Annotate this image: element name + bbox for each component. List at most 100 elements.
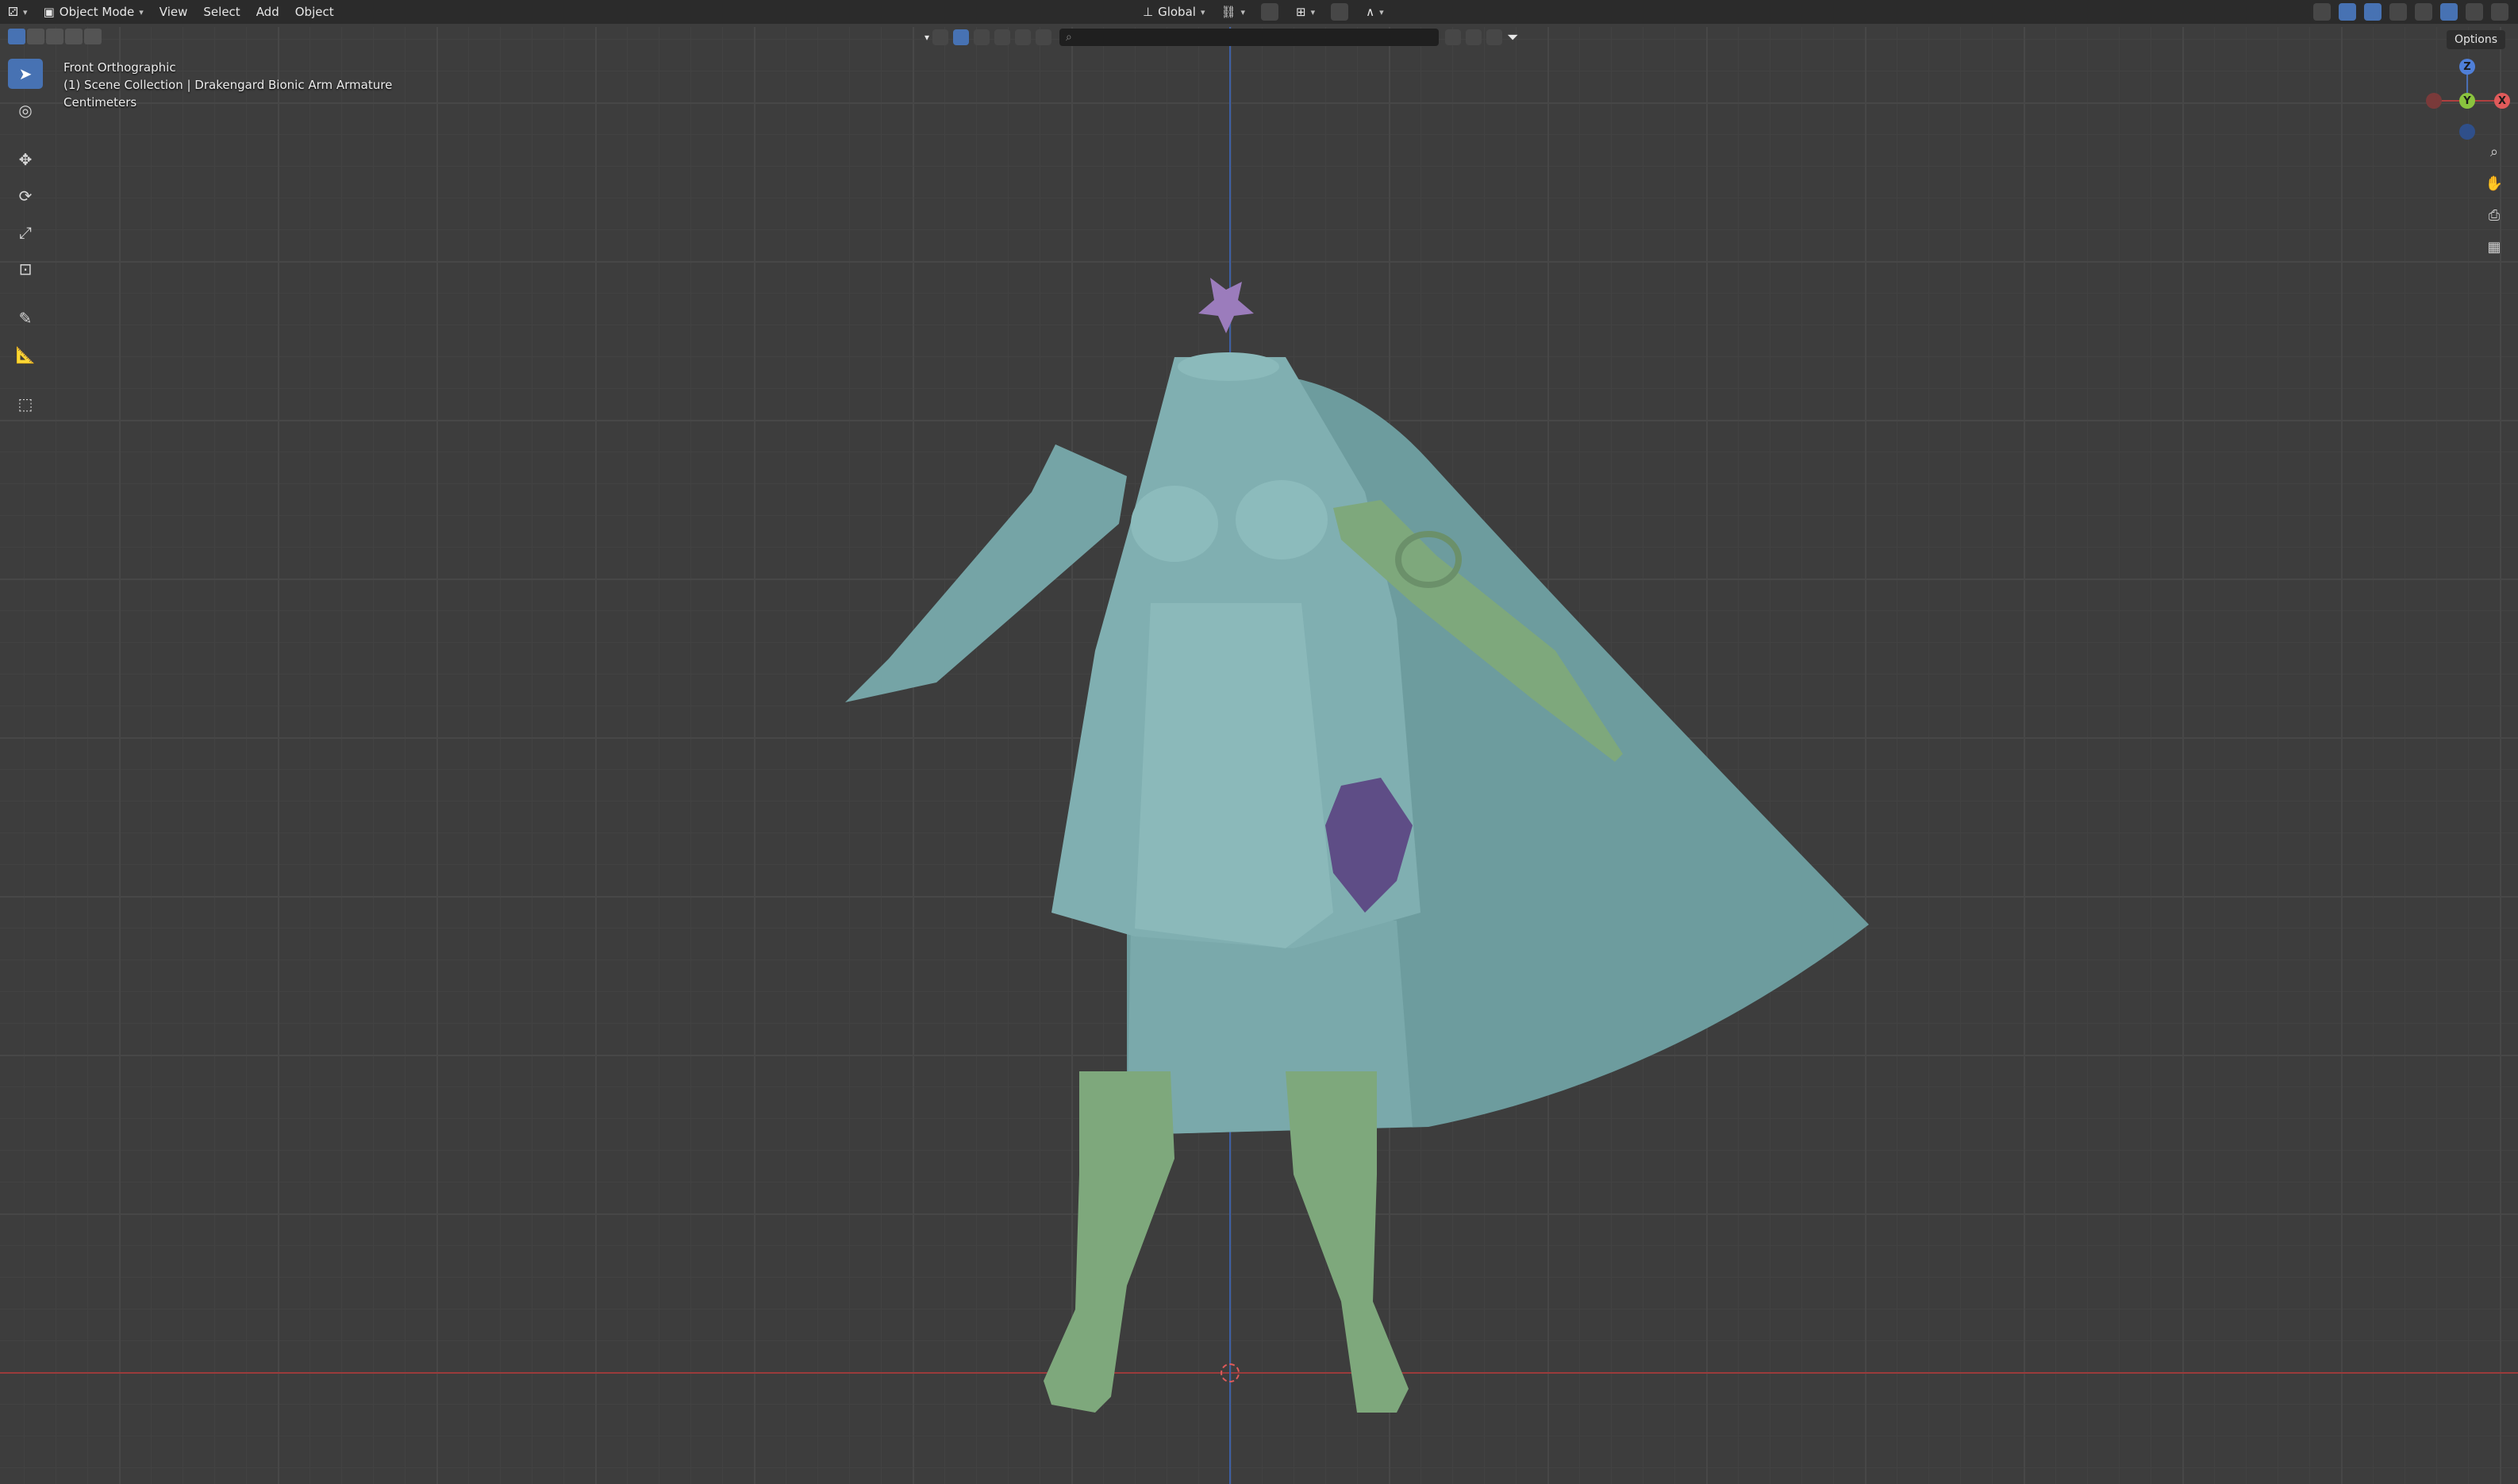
snap-target-icon: ⊞	[1296, 5, 1306, 19]
snap-toggle[interactable]	[1253, 0, 1288, 24]
measure-icon: 📐	[15, 345, 36, 364]
annotate-pencil-icon: ✎	[18, 309, 33, 328]
chevron-down-icon: ▾	[23, 6, 28, 17]
material-shading-icon[interactable]	[2466, 3, 2483, 21]
measure-tool[interactable]: 📐	[8, 340, 43, 370]
menu-select[interactable]: Select	[195, 0, 248, 24]
apron-mesh	[1135, 603, 1333, 948]
gizmo-neg-x[interactable]	[2426, 93, 2442, 109]
menu-view[interactable]: View	[152, 0, 196, 24]
overlay-toggle-icon[interactable]	[2364, 3, 2382, 21]
collar-mesh	[1178, 352, 1279, 381]
right-header-tools	[2313, 0, 2510, 24]
gizmo-neg-z[interactable]	[2459, 124, 2475, 140]
select-extend-icon[interactable]	[27, 29, 44, 44]
chest-left	[1131, 486, 1218, 562]
camera-view-icon[interactable]: ⎙	[2484, 205, 2505, 225]
visibility-icon[interactable]	[2313, 3, 2331, 21]
viewport-filter-bar: ▾ ⌕ ⏷	[925, 27, 1518, 48]
sleeve-left	[845, 444, 1127, 702]
transform-tool[interactable]: ⊡	[8, 254, 43, 284]
select-tool[interactable]: ➤	[8, 59, 43, 89]
chest-right	[1236, 480, 1328, 559]
units-info: Centimeters	[63, 95, 137, 110]
add-cube-tool[interactable]: ⬚	[8, 389, 43, 419]
rotate-tool[interactable]: ⟳	[8, 181, 43, 211]
move-icon: ✥	[18, 150, 33, 169]
3d-cursor[interactable]	[1221, 1363, 1240, 1382]
annotate-tool[interactable]: ✎	[8, 303, 43, 333]
layout-icon[interactable]	[1486, 29, 1503, 45]
boot-left	[1044, 1071, 1174, 1413]
menu-add[interactable]: Add	[248, 0, 287, 24]
orientation-icon: ⊥	[1143, 5, 1154, 19]
scale-tool[interactable]: ⤢	[8, 217, 43, 248]
select-subtract-icon[interactable]	[46, 29, 63, 44]
options-button[interactable]: Options	[2446, 30, 2505, 49]
gizmo-x[interactable]: X	[2494, 93, 2510, 109]
filter-texture-icon[interactable]	[994, 29, 1011, 45]
pivot-icon: ⛓	[1221, 5, 1236, 19]
chevron-down-icon: ▾	[1240, 6, 1246, 17]
object-mode-icon: ▣	[43, 5, 55, 19]
transform-icon: ⊡	[18, 260, 33, 279]
pan-hand-icon[interactable]: ✋	[2484, 173, 2505, 194]
collection-info: (1) Scene Collection | Drakengard Bionic…	[63, 78, 393, 92]
mode-label: Object Mode	[59, 5, 135, 19]
rotate-icon: ⟳	[18, 186, 33, 206]
editor-type-icon: ⚂	[8, 5, 19, 19]
chevron-down-icon: ▾	[1379, 6, 1384, 17]
chevron-down-icon[interactable]: ▾	[925, 32, 929, 43]
falloff-dropdown[interactable]: ∧ ▾	[1358, 0, 1392, 24]
select-new-icon[interactable]	[8, 29, 25, 44]
snap-icon	[1261, 3, 1279, 21]
chevron-down-icon: ▾	[1310, 6, 1316, 17]
snap-target-dropdown[interactable]: ⊞ ▾	[1288, 0, 1323, 24]
tool-shelf: ➤ ◎ ✥ ⟳ ⤢ ⊡ ✎ 📐 ⬚	[8, 59, 48, 419]
3d-cursor-icon: ◎	[18, 101, 33, 120]
hair-flower	[1198, 278, 1254, 333]
bookmark-icon[interactable]	[1466, 29, 1482, 45]
cursor-select-icon: ➤	[18, 64, 33, 83]
orientation-label: Global	[1158, 5, 1196, 19]
filter-light-icon[interactable]	[1015, 29, 1032, 45]
search-icon: ⌕	[1066, 31, 1072, 44]
zoom-icon[interactable]: ⌕	[2484, 141, 2505, 162]
filter-camera-icon[interactable]	[1036, 29, 1052, 45]
editor-type-button[interactable]: ⚂ ▾	[0, 0, 36, 24]
search-input[interactable]: ⌕	[1059, 29, 1440, 46]
navigation-gizmo[interactable]: Z Y X	[2424, 57, 2512, 144]
gizmo-z[interactable]: Z	[2459, 59, 2475, 75]
proportional-edit-toggle[interactable]	[1323, 0, 1358, 24]
chevron-down-icon: ▾	[139, 6, 144, 17]
view-name: Front Orthographic	[63, 60, 176, 75]
filter-material-icon[interactable]	[974, 29, 990, 45]
cursor-tool[interactable]: ◎	[8, 95, 43, 125]
rendered-shading-icon[interactable]	[2491, 3, 2508, 21]
viewport-header: ⚂ ▾ ▣ Object Mode ▾ View Select Add Objec…	[0, 0, 2518, 24]
move-tool[interactable]: ✥	[8, 144, 43, 175]
proportional-edit-icon	[1331, 3, 1349, 21]
solid-shading-icon[interactable]	[2440, 3, 2458, 21]
scale-icon: ⤢	[19, 223, 32, 242]
wireframe-shading-icon[interactable]	[2415, 3, 2432, 21]
gizmo-y[interactable]: Y	[2459, 93, 2475, 109]
xray-toggle-icon[interactable]	[2389, 3, 2407, 21]
perspective-grid-icon[interactable]: ▦	[2484, 236, 2505, 257]
menu-object[interactable]: Object	[287, 0, 342, 24]
funnel-icon[interactable]: ⏷	[1507, 29, 1518, 46]
gizmo-toggle-icon[interactable]	[2339, 3, 2356, 21]
select-invert-icon[interactable]	[65, 29, 83, 44]
viewport-info: Front Orthographic (1) Scene Collection …	[63, 59, 392, 111]
filter-toggle-icon[interactable]	[1445, 29, 1462, 45]
falloff-icon: ∧	[1366, 5, 1375, 19]
filter-mesh-icon[interactable]	[932, 29, 949, 45]
select-intersect-icon[interactable]	[84, 29, 102, 44]
transform-orientation-dropdown[interactable]: ⊥ Global ▾	[1135, 0, 1213, 24]
selection-modes	[8, 29, 102, 44]
mode-dropdown[interactable]: ▣ Object Mode ▾	[36, 0, 152, 24]
pivot-point-dropdown[interactable]: ⛓ ▾	[1213, 0, 1253, 24]
chevron-down-icon: ▾	[1200, 6, 1205, 17]
character-model[interactable]	[0, 0, 2518, 1484]
filter-object-icon[interactable]	[953, 29, 970, 45]
